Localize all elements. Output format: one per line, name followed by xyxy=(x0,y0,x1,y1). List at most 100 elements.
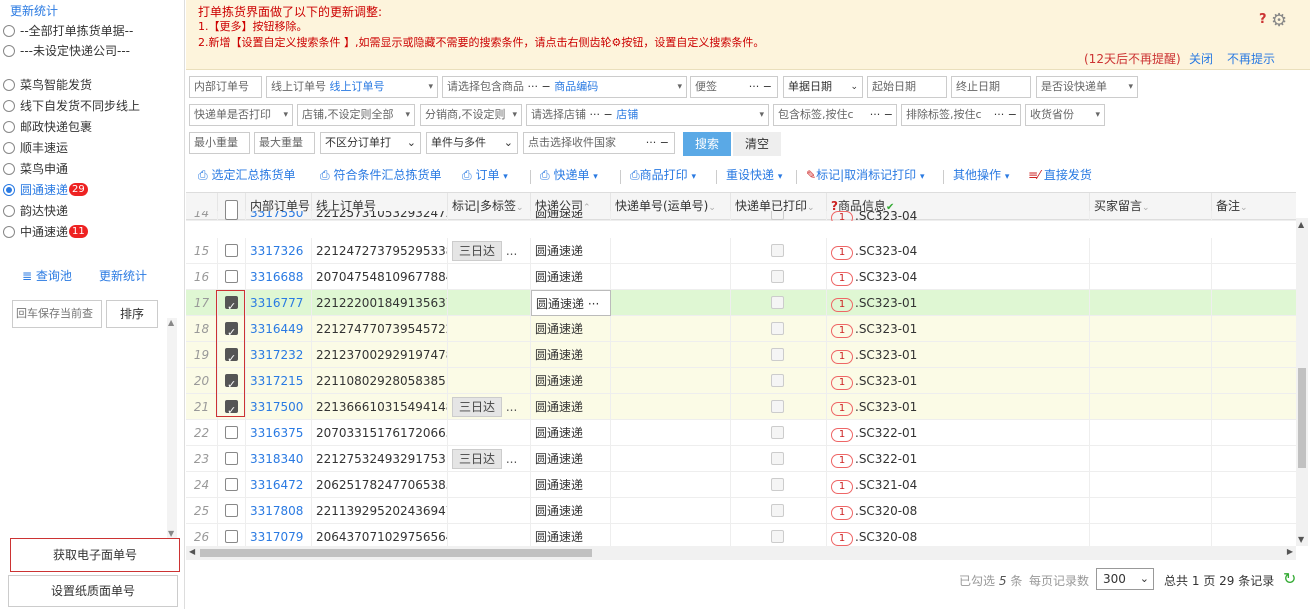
carrier-cell[interactable]: 圆通速递 xyxy=(531,394,611,420)
row-select-cell[interactable] xyxy=(218,524,246,546)
row-checkbox[interactable] xyxy=(225,211,238,220)
inner-order-link[interactable]: 3316688 xyxy=(246,264,312,290)
row-checkbox[interactable] xyxy=(225,504,238,517)
table-row[interactable]: 18 33164492212747707395457223 圆通速递 1.SC323-… xyxy=(186,316,1296,342)
date-type-select[interactable]: 单据日期 ⌄ xyxy=(783,76,863,98)
row-checkbox[interactable] xyxy=(225,320,238,342)
shop-filter[interactable]: 请选择店铺 ··· − 店铺 ▾ xyxy=(526,104,769,126)
inner-order-link[interactable]: 3317326 xyxy=(246,238,312,264)
radio-icon[interactable] xyxy=(3,163,15,175)
scroll-up-icon[interactable]: ▲ xyxy=(1298,220,1304,229)
carrier-cell[interactable]: 圆通速递 xyxy=(531,238,611,264)
row-checkbox[interactable] xyxy=(225,478,238,491)
inner-order-link[interactable]: 3316449 xyxy=(246,316,312,342)
search-button[interactable]: 搜索 xyxy=(683,132,731,156)
row-select-cell[interactable] xyxy=(218,290,246,316)
update-stats-link[interactable]: 更新统计 xyxy=(99,267,147,284)
waybill-number[interactable] xyxy=(611,342,731,368)
waybill-number[interactable] xyxy=(611,238,731,264)
notice-close-link[interactable]: 关闭 xyxy=(1189,50,1213,67)
tag-cell[interactable] xyxy=(448,524,531,546)
radio-icon[interactable] xyxy=(3,142,15,154)
tag-cell[interactable] xyxy=(448,211,531,221)
row-checkbox[interactable] xyxy=(225,294,238,316)
tag-cell[interactable] xyxy=(448,316,531,342)
more-icon[interactable]: ... xyxy=(502,452,517,466)
carrier-cell[interactable]: 圆通速递 xyxy=(531,368,611,394)
online-order-filter[interactable]: 线上订单号 线上订单号 ▾ xyxy=(266,76,438,98)
inner-order-link[interactable]: 3317550 xyxy=(246,211,312,221)
row-select-cell[interactable] xyxy=(218,238,246,264)
row-select-cell[interactable] xyxy=(218,446,246,472)
row-select-cell[interactable] xyxy=(218,316,246,342)
table-row[interactable]: 14 3317550 2212573105329324729 圆通速递 1 .SC323-… xyxy=(186,211,1296,221)
carrier-cell[interactable]: 圆通速递 ··· xyxy=(531,290,611,316)
inner-order-link[interactable]: 3316777 xyxy=(246,290,312,316)
carrier-cell[interactable]: 圆通速递 xyxy=(531,211,611,221)
radio-icon[interactable] xyxy=(3,226,15,238)
table-row[interactable]: 22 3316375 2070331517617206653 圆通速递 1 .SC322-… xyxy=(186,420,1296,446)
distributor-select[interactable]: 分销商,不设定则 ▾ xyxy=(420,104,522,126)
waybill-number[interactable] xyxy=(611,264,731,290)
has-waybill-select[interactable]: 是否设快递单 ▾ xyxy=(1036,76,1138,98)
tag-cell[interactable] xyxy=(448,342,531,368)
scroll-right-icon[interactable]: ▶ xyxy=(1287,547,1293,556)
row-checkbox[interactable] xyxy=(225,530,238,543)
order-split-select[interactable]: 不区分订单打 ⌄ xyxy=(320,132,421,154)
tag-cell[interactable]: 三日达 ... xyxy=(448,446,531,472)
waybill-number[interactable] xyxy=(611,420,731,446)
waybill-number[interactable] xyxy=(611,290,731,316)
waybill-number[interactable] xyxy=(611,446,731,472)
more-icon[interactable]: ··· xyxy=(584,297,599,311)
row-select-cell[interactable] xyxy=(218,420,246,446)
table-horizontal-scrollbar[interactable]: ◀ ▶ xyxy=(186,546,1296,560)
match-summary-button[interactable]: ⎙ 符合条件汇总拣货单 xyxy=(320,166,441,183)
mark-print-button[interactable]: ✎标记|取消标记打印 ▾ xyxy=(806,166,924,183)
waybill-number[interactable] xyxy=(611,394,731,420)
row-checkbox[interactable] xyxy=(225,426,238,439)
get-e-waybill-button[interactable]: 获取电子面单号 xyxy=(10,538,180,572)
scroll-thumb[interactable] xyxy=(1298,368,1306,468)
tag-cell[interactable] xyxy=(448,420,531,446)
end-date-input[interactable]: 终止日期 xyxy=(951,76,1031,98)
scroll-up-icon[interactable]: ▲ xyxy=(168,318,174,327)
table-row[interactable]: 23 3318340 2212753249329175318 三日达 ... 圆通速递 1… xyxy=(186,446,1296,472)
inner-order-link[interactable]: 3317232 xyxy=(246,342,312,368)
help-icon[interactable]: ? xyxy=(1259,12,1267,27)
row-checkbox[interactable] xyxy=(225,398,238,420)
waybill-number[interactable] xyxy=(611,211,731,221)
carrier-cell[interactable]: 圆通速递 xyxy=(531,342,611,368)
carrier-cell[interactable]: 圆通速递 xyxy=(531,472,611,498)
sidebar-scrollbar[interactable]: ▲ ▼ xyxy=(167,318,177,538)
waybill-number[interactable] xyxy=(611,524,731,546)
per-page-select[interactable]: 300 ⌄ xyxy=(1096,568,1154,590)
tag-cell[interactable]: 三日达 ... xyxy=(448,394,531,420)
more-icon[interactable]: ... xyxy=(502,244,517,258)
set-paper-waybill-button[interactable]: 设置纸质面单号 xyxy=(8,575,178,607)
shop-all-select[interactable]: 店铺,不设定则全部 ▾ xyxy=(297,104,415,126)
waybill-printed-select[interactable]: 快递单是否打印 ▾ xyxy=(189,104,293,126)
scroll-down-icon[interactable]: ▼ xyxy=(168,529,174,538)
inner-order-link[interactable]: 3317500 xyxy=(246,394,312,420)
carrier-cell[interactable]: 圆通速递 xyxy=(531,316,611,342)
scroll-down-icon[interactable]: ▼ xyxy=(1298,535,1304,544)
save-query-input[interactable] xyxy=(12,300,102,328)
start-date-input[interactable]: 起始日期 xyxy=(867,76,947,98)
table-row[interactable]: 17 33167772212220018491356373 圆通速递 ··· 1.SC… xyxy=(186,290,1296,316)
radio-icon[interactable] xyxy=(3,45,15,57)
table-row[interactable]: 24 3316472 2062517824770653859 圆通速递 1 .SC321-… xyxy=(186,472,1296,498)
table-row[interactable]: 25 3317808 2211392952024369475 圆通速递 1 .SC320-… xyxy=(186,498,1296,524)
country-filter[interactable]: 点击选择收件国家 ··· − xyxy=(523,132,675,154)
inner-order-link[interactable]: 3316375 xyxy=(246,420,312,446)
table-row[interactable]: 15 3317326 2212472737952953389 三日达 ... 圆通速递 1… xyxy=(186,238,1296,264)
direct-ship-button[interactable]: ≡⁄ 直接发货 xyxy=(1028,166,1092,183)
table-vertical-scrollbar[interactable]: ▲ ▼ xyxy=(1296,218,1308,546)
reset-carrier-button[interactable]: 重设快递 ▾ xyxy=(726,166,782,183)
clear-button[interactable]: 清空 xyxy=(733,132,781,156)
waybill-number[interactable] xyxy=(611,472,731,498)
carrier-cell[interactable]: 圆通速递 xyxy=(531,524,611,546)
radio-icon[interactable] xyxy=(3,79,15,91)
inner-order-filter[interactable]: 内部订单号 xyxy=(189,76,262,98)
min-weight-input[interactable]: 最小重量 xyxy=(189,132,250,154)
table-row[interactable]: 26 3317079 2064370710297565648 圆通速递 1 .SC320-… xyxy=(186,524,1296,546)
